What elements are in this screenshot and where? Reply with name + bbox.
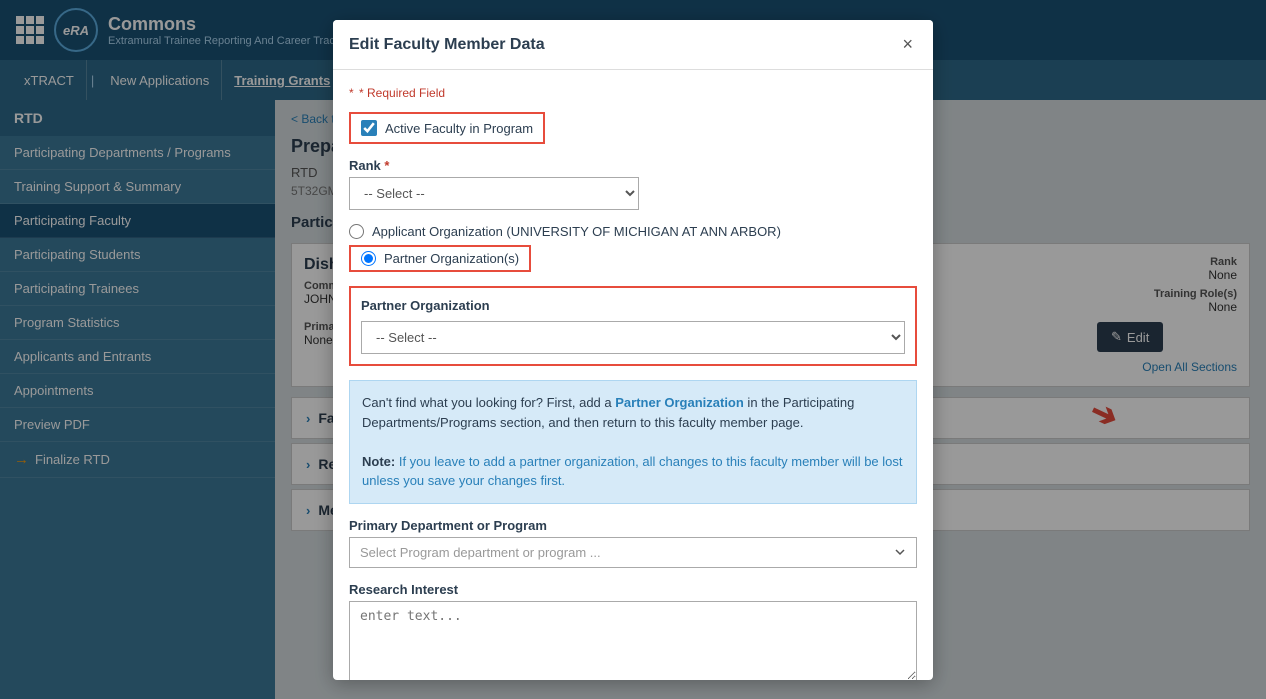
radio-group: Applicant Organization (UNIVERSITY OF MI… (349, 224, 917, 272)
partner-org-title: Partner Organization (361, 298, 905, 313)
modal-close-button[interactable]: × (898, 34, 917, 55)
rank-select[interactable]: -- Select -- (349, 177, 639, 210)
required-note: * * Required Field (349, 86, 917, 100)
active-faculty-checkbox[interactable] (361, 120, 377, 136)
partner-org-link[interactable]: Partner Organization (615, 395, 744, 410)
radio-partner-org: Partner Organization(s) (349, 245, 917, 272)
partner-org-section: Partner Organization -- Select -- (349, 286, 917, 366)
radio-applicant-org: Applicant Organization (UNIVERSITY OF MI… (349, 224, 917, 239)
modal-body: * * Required Field Active Faculty in Pro… (333, 70, 933, 680)
radio-applicant-input[interactable] (349, 224, 364, 239)
modal-overlay: Edit Faculty Member Data × * * Required … (0, 0, 1266, 699)
rank-field-label: Rank * (349, 158, 917, 173)
primary-dept-select[interactable]: Select Program department or program ... (349, 537, 917, 568)
research-interest-label: Research Interest (349, 582, 917, 597)
modal-header: Edit Faculty Member Data × (333, 20, 933, 70)
active-faculty-box: Active Faculty in Program (349, 112, 545, 144)
primary-dept-label: Primary Department or Program (349, 518, 917, 533)
edit-faculty-modal: Edit Faculty Member Data × * * Required … (333, 20, 933, 680)
active-faculty-label: Active Faculty in Program (385, 121, 533, 136)
info-box: Can't find what you looking for? First, … (349, 380, 917, 504)
partner-org-select[interactable]: -- Select -- (361, 321, 905, 354)
research-interest-textarea[interactable] (349, 601, 917, 681)
modal-title: Edit Faculty Member Data (349, 36, 545, 54)
radio-partner-box: Partner Organization(s) (349, 245, 531, 272)
radio-partner-input[interactable] (361, 251, 376, 266)
